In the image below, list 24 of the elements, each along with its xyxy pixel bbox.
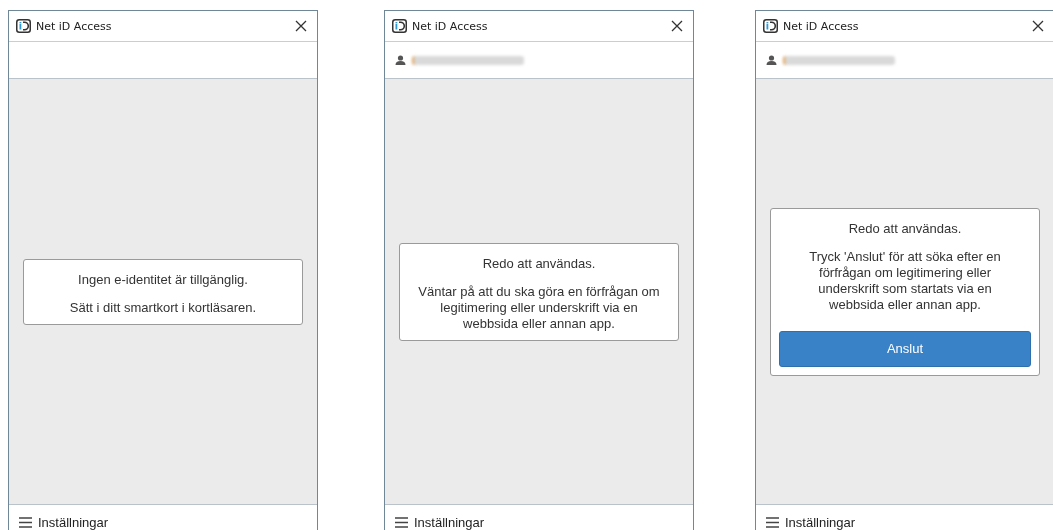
message-heading: Redo att användas. [482, 255, 596, 272]
menu-icon [395, 517, 408, 528]
settings-button[interactable]: Inställningar [19, 515, 109, 530]
person-icon [395, 55, 406, 65]
message-text: Tryck 'Anslut' för att söka efter en förfrågan om legitimering eller underskrift som startats via en webbsida eller annan app. [808, 248, 1002, 313]
message-text: Väntar på att du ska göra en förfrågan om legitimering eller underskrift via en webbsida eller annan app. [417, 283, 661, 332]
logo-icon [16, 19, 31, 33]
message-heading: Ingen e-identitet är tillgänglig. [78, 271, 248, 288]
window-title: Net iD Access [36, 19, 113, 33]
logo-icon [392, 19, 407, 33]
close-button[interactable] [669, 18, 685, 34]
window-title: Net iD Access [412, 19, 489, 33]
settings-button[interactable]: Inställningar [766, 515, 856, 530]
close-button[interactable] [293, 18, 309, 34]
logo-icon [763, 19, 778, 33]
menu-icon [19, 517, 32, 528]
settings-button[interactable]: Inställningar [395, 515, 485, 530]
window-title: Net iD Access [783, 19, 860, 33]
close-button[interactable] [1030, 18, 1046, 34]
message-heading: Redo att användas. [848, 220, 962, 237]
message-text: Sätt i ditt smartkort i kortläsaren. [68, 299, 258, 316]
person-icon [766, 55, 777, 65]
menu-icon [766, 517, 779, 528]
connect-button[interactable]: Anslut [779, 330, 1031, 367]
